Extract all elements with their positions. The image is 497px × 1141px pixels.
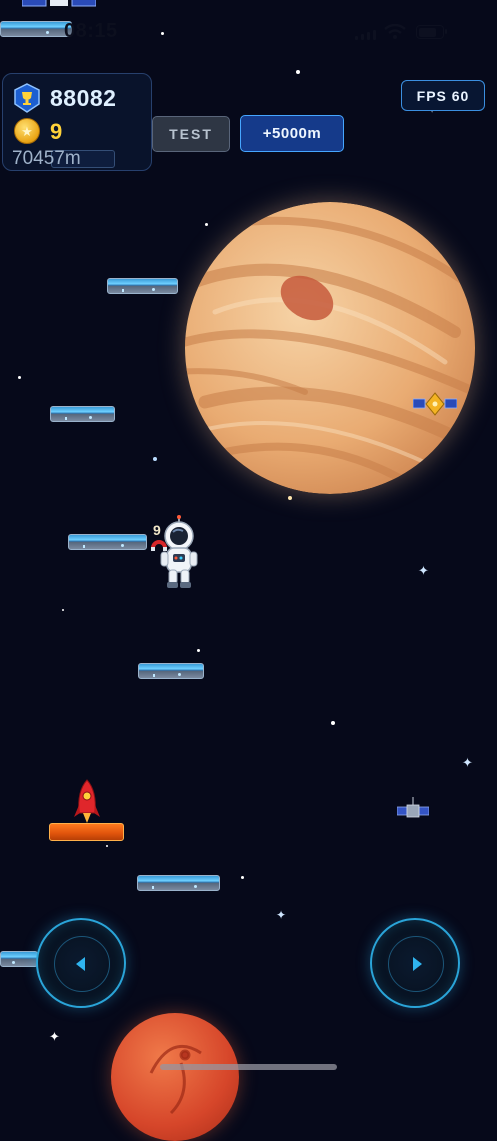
left-arrow-icon [76,957,85,971]
astronaut-player [151,515,198,588]
right-arrow-icon [413,957,422,971]
platform [0,951,38,967]
satellite-icon [397,797,429,818]
distance-value: 70457m [12,148,81,169]
platform [68,534,147,550]
rocket-icon [74,779,100,823]
best-score: 88082 [50,85,117,111]
score-panel: 88082 ★ 9 70457m [2,73,152,171]
jupiter-planet [185,202,475,494]
signal-icon [355,30,376,40]
battery-icon [416,25,447,39]
mars-planet [111,1013,239,1141]
platform [0,21,72,37]
rocket-platform [49,823,124,841]
coin-icon: ★ [14,118,40,144]
fps-badge: FPS 60 [401,80,485,111]
satellite-icon [22,0,96,7]
wifi-icon [384,24,406,39]
platform [107,278,178,294]
test-button[interactable]: TEST [152,116,230,152]
home-indicator[interactable] [160,1064,337,1070]
boost-button[interactable]: +5000m [240,115,344,152]
trophy-icon [14,83,40,113]
move-left-button[interactable] [36,918,126,1008]
platform [50,406,115,422]
status-time: 08:15 [64,20,118,42]
move-right-button[interactable] [370,918,460,1008]
satellite-icon [413,392,457,416]
platform [138,663,204,679]
platform [137,875,220,891]
coin-count: 9 [50,119,63,144]
